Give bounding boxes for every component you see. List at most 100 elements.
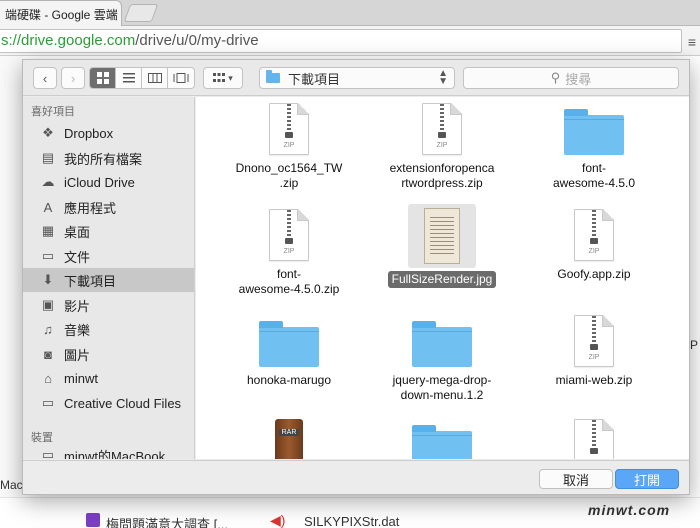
file-name: extensionforopenca rtwordpress.zip [389,161,495,190]
dropbox-icon: ❖ [42,125,54,140]
new-tab-button[interactable] [123,4,159,22]
sidebar: 喜好項目 ❖ Dropbox ▤ 我的所有檔案 ☁ iCloud Drive A 應用程… [23,97,195,459]
url-path: /drive/u/0/my-drive [135,32,259,49]
sidebar-item-pictures[interactable]: ◙ 圖片 [23,342,194,366]
columns-icon [147,73,162,83]
sidebar-item-all-files[interactable]: ▤ 我的所有檔案 [23,146,194,170]
back-button[interactable]: ‹ [33,67,57,89]
background-file-name[interactable]: 梅問題滿意大調查 [... [106,514,228,528]
file-item-selected[interactable]: FullSizeRender.jpg [367,204,517,288]
arrange-button[interactable]: ▾ [203,67,243,89]
address-bar[interactable]: s://drive.google.com/drive/u/0/my-drive [0,29,682,53]
file-name: FullSizeRender.jpg [387,271,497,288]
file-name: Dnono_oc1564_TW .zip [235,161,343,190]
file-item[interactable] [519,419,669,459]
browser-tab[interactable]: 端硬碟 - Google 雲端 × [0,0,122,26]
file-browser: ZIP Dnono_oc1564_TW .zip ZIP extensionfo… [196,97,689,459]
forward-button[interactable]: › [61,67,85,89]
background-file-name[interactable]: SILKYPIXStr.dat [304,514,399,528]
laptop-icon: ▭ [41,447,55,459]
dialog-footer: 取消 打開 [23,460,689,494]
all-files-icon: ▤ [41,150,55,165]
sidebar-item-label: 應用程式 [64,200,117,216]
folder-item[interactable]: honoka-marugo [214,315,364,388]
updown-arrows-icon: ▲ ▼ [438,68,448,87]
sidebar-item-label: 圖片 [64,347,91,363]
file-name: font- awesome-4.5.0 [552,161,636,190]
folder-icon [412,425,472,459]
watermark: minwt.com [588,502,671,518]
audio-icon: ◀) [270,512,286,528]
sidebar-item-label: 文件 [64,249,91,265]
image-thumbnail [408,204,476,268]
file-item[interactable]: ZIP Goofy.app.zip [519,209,669,282]
zip-file-icon [574,419,614,459]
sidebar-item-creative-cloud[interactable]: ▭ Creative Cloud Files [23,391,194,415]
search-placeholder: 搜尋 [565,71,592,87]
background-right-text: P [690,338,699,352]
form-icon [86,513,100,527]
sidebar-item-desktop[interactable]: ▦ 桌面 [23,219,194,243]
column-view-button[interactable] [142,68,168,88]
sidebar-item-label: Creative Cloud Files [64,395,182,411]
list-view-button[interactable] [116,68,142,88]
sidebar-item-label: iCloud Drive [64,174,135,190]
search-field[interactable]: ⚲ 搜尋 [463,67,679,89]
sidebar-item-label: 影片 [64,298,91,314]
sidebar-item-documents[interactable]: ▭ 文件 [23,244,194,268]
desktop-icon: ▦ [41,223,55,238]
folder-icon: ▭ [41,395,55,410]
cloud-icon: ☁ [41,174,55,189]
sidebar-item-icloud[interactable]: ☁ iCloud Drive [23,170,194,194]
sidebar-item-label: 我的所有檔案 [64,151,143,167]
address-bar-row: s://drive.google.com/drive/u/0/my-drive [0,26,700,56]
back-icon: ‹ [42,70,48,86]
folder-item[interactable] [367,419,517,459]
sidebar-item-downloads[interactable]: ⬇ 下載項目 [23,268,194,292]
file-item[interactable]: ZIP miami-web.zip [519,315,669,388]
downloads-icon: ⬇ [42,272,54,287]
coverflow-icon [173,73,189,83]
home-icon: ⌂ [44,370,52,386]
music-icon: ♫ [43,321,53,337]
sidebar-item-label: minwt [64,370,98,386]
file-item[interactable]: ZIP extensionforopenca rtwordpress.zip [367,103,517,191]
zip-file-icon: ZIP [269,209,309,261]
sidebar-item-home[interactable]: ⌂ minwt [23,366,194,390]
folder-item[interactable]: jquery-mega-drop- down-menu.1.2 [367,315,517,403]
sidebar-item-music[interactable]: ♫ 音樂 [23,317,194,341]
open-file-dialog: ‹ › ▾ 下載項目 ▲ ▼ ⚲ 搜尋 喜好項目 ❖ Dropbox ▤ 我的所… [22,59,690,495]
background-page-left [0,56,22,528]
file-item[interactable]: ZIP font- awesome-4.5.0.zip [214,209,364,297]
folder-icon [412,321,472,367]
icon-view-button[interactable] [90,68,116,88]
background-text: Mac [0,478,23,492]
zip-file-icon: ZIP [574,315,614,367]
arrange-grid-icon [213,73,226,82]
sidebar-item-label: 下載項目 [64,273,117,289]
location-popup[interactable]: 下載項目 ▲ ▼ [259,67,455,89]
sidebar-item-dropbox[interactable]: ❖ Dropbox [23,121,194,145]
zip-file-icon: ZIP [422,103,462,155]
file-item[interactable]: ZIP Dnono_oc1564_TW .zip [214,103,364,191]
coverflow-view-button[interactable] [168,68,194,88]
applications-icon: A [43,199,53,215]
folder-item[interactable]: font- awesome-4.5.0 [519,103,669,191]
sidebar-item-applications[interactable]: A 應用程式 [23,195,194,219]
search-icon: ⚲ [550,70,561,85]
tab-strip: 端硬碟 - Google 雲端 × [0,0,700,26]
zip-file-icon: ZIP [269,103,309,155]
folder-icon [564,109,624,155]
file-item[interactable]: RAR [214,419,364,459]
movies-icon: ▣ [41,297,55,312]
sidebar-item-movies[interactable]: ▣ 影片 [23,293,194,317]
tab-close-icon[interactable]: × [109,5,117,20]
zip-file-icon: ZIP [574,209,614,261]
list-icon [122,73,135,83]
file-name: honoka-marugo [246,373,332,387]
pictures-icon: ◙ [44,346,52,362]
open-button[interactable]: 打開 [615,469,679,489]
cancel-button[interactable]: 取消 [539,469,613,489]
hamburger-icon[interactable]: ≡ [688,34,696,50]
sidebar-item-macbook[interactable]: ▭ minwt的MacBook [23,443,194,459]
